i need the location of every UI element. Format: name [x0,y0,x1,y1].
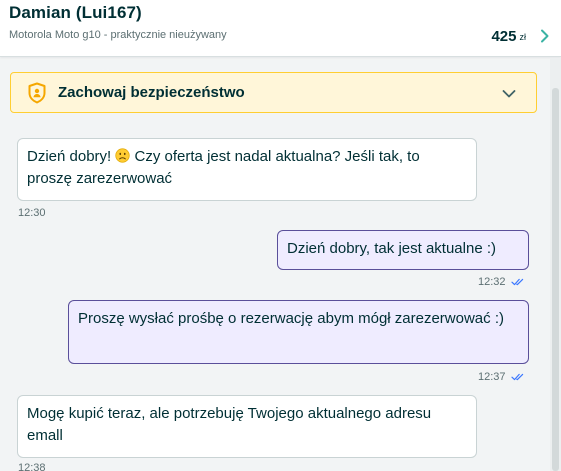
ad-title[interactable]: Motorola Moto g10 - praktycznie nieużywa… [9,29,227,41]
safety-banner[interactable]: Zachowaj bezpieczeństwo [10,72,537,113]
chevron-right-icon[interactable] [540,29,550,43]
message-bubble-incoming[interactable]: Dzień dobry! Czy oferta jest nadal aktua… [17,138,477,201]
message-bubble-outgoing[interactable]: Dzień dobry, tak jest aktualne :) [277,230,529,270]
contact-name[interactable]: Damian (Lui167) [9,3,142,23]
message-time: 12:37 [478,371,506,383]
scrollbar-thumb[interactable] [552,88,559,471]
message-time: 12:32 [478,276,506,288]
message-text: Proszę wysłać prośbę o rezerwację abym m… [78,310,504,327]
price-currency: zł [519,32,527,42]
message-bubble-incoming[interactable]: Mogę kupić teraz, ale potrzebuję Twojego… [17,395,477,458]
message-meta: 12:37 [478,371,525,383]
message-text: Dzień dobry! [27,148,116,165]
message-text: Mogę kupić teraz, ale potrzebuję Twojego… [27,405,432,444]
ad-price-link[interactable]: 425 zł [491,25,550,47]
price-amount: 425 [491,27,517,45]
message-list[interactable]: Zachowaj bezpieczeństwo Dzień dobry! Czy… [0,58,550,471]
message-time: 12:38 [18,462,46,471]
slightly-frowning-face-icon [115,148,130,163]
shield-icon [27,82,47,109]
safety-banner-label: Zachowaj bezpieczeństwo [58,84,245,101]
scrollbar[interactable] [550,58,561,471]
double-check-icon [510,278,525,286]
double-check-icon [510,373,525,381]
chevron-down-icon[interactable] [502,86,516,104]
message-text: Dzień dobry, tak jest aktualne :) [287,240,496,257]
message-time: 12:30 [18,207,46,219]
message-bubble-outgoing[interactable]: Proszę wysłać prośbę o rezerwację abym m… [68,300,529,364]
message-meta: 12:32 [478,276,525,288]
conversation-header: Damian (Lui167) Motorola Moto g10 - prak… [0,0,561,57]
